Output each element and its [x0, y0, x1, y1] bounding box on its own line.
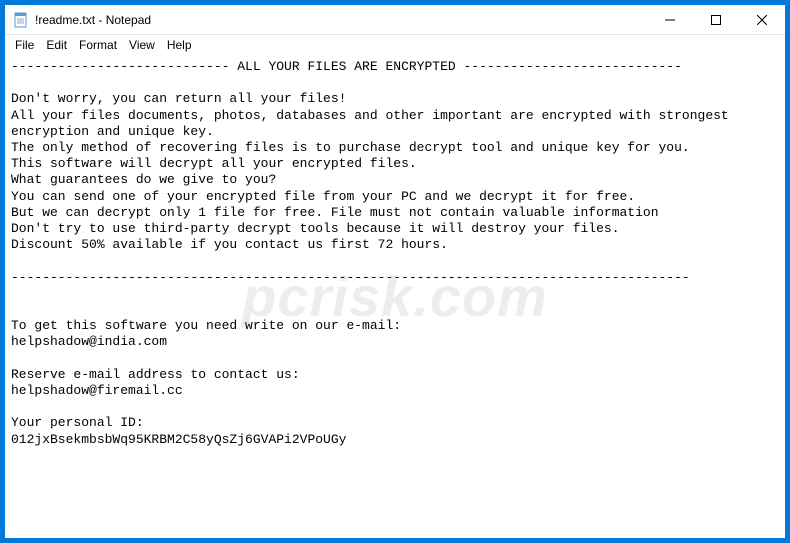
- maximize-button[interactable]: [693, 5, 739, 35]
- notepad-icon: [13, 12, 29, 28]
- menu-file[interactable]: File: [9, 37, 40, 53]
- minimize-button[interactable]: [647, 5, 693, 35]
- close-button[interactable]: [739, 5, 785, 35]
- menu-format[interactable]: Format: [73, 37, 123, 53]
- menu-view[interactable]: View: [123, 37, 161, 53]
- text-area[interactable]: ---------------------------- ALL YOUR FI…: [5, 55, 785, 538]
- title-bar: !readme.txt - Notepad: [5, 5, 785, 35]
- document-text: ---------------------------- ALL YOUR FI…: [11, 59, 737, 447]
- menu-edit[interactable]: Edit: [40, 37, 73, 53]
- menu-bar: File Edit Format View Help: [5, 35, 785, 55]
- window-title: !readme.txt - Notepad: [35, 13, 151, 27]
- menu-help[interactable]: Help: [161, 37, 198, 53]
- watermark: pcrisk.com: [242, 288, 548, 304]
- notepad-window: !readme.txt - Notepad File Edit Format V…: [4, 4, 786, 539]
